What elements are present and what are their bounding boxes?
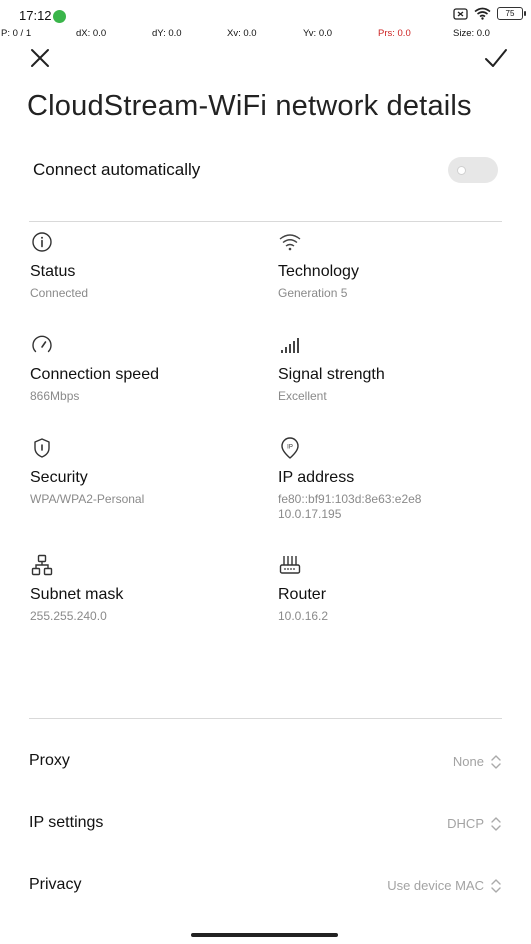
status-bar-time: 17:12 xyxy=(19,8,52,23)
info-icon xyxy=(32,232,52,252)
subnet-mask-detail: Subnet mask 255.255.240.0 xyxy=(30,553,260,624)
ip-address-value: fe80::bf91:103d:8e63:e2e8 10.0.17.195 xyxy=(278,492,508,522)
debug-pointer: P: 0 / 1 xyxy=(1,28,32,39)
privacy-value: Use device MAC xyxy=(387,878,484,893)
security-value: WPA/WPA2-Personal xyxy=(30,492,145,506)
status-bar-icons: 75 xyxy=(453,7,526,20)
chevron-up-down-icon xyxy=(491,879,501,893)
debug-xv: Xv: 0.0 xyxy=(227,28,257,39)
battery-icon: 75 xyxy=(497,7,526,20)
security-label: Security xyxy=(30,469,88,486)
debug-size: Size: 0.0 xyxy=(453,28,490,39)
ip-settings-value: DHCP xyxy=(447,816,484,831)
close-icon[interactable] xyxy=(26,44,54,72)
home-indicator[interactable] xyxy=(191,933,338,937)
chevron-up-down-icon xyxy=(491,755,501,769)
status-detail: Status Connected xyxy=(30,230,260,301)
ip-address-detail: IP IP address fe80::bf91:103d:8e63:e2e8 … xyxy=(278,436,508,522)
privacy-setting-row[interactable]: Privacy Use device MAC xyxy=(29,872,502,902)
ip-settings-row[interactable]: IP settings DHCP xyxy=(29,810,502,840)
divider xyxy=(29,221,502,222)
debug-dx: dX: 0.0 xyxy=(76,28,107,39)
speedometer-icon xyxy=(32,335,52,353)
chevron-up-down-icon xyxy=(491,817,501,831)
security-detail: Security WPA/WPA2-Personal xyxy=(30,436,260,507)
router-icon xyxy=(279,556,301,574)
technology-detail: Technology Generation 5 xyxy=(278,230,508,301)
subnet-mask-value: 255.255.240.0 xyxy=(30,609,107,623)
proxy-setting-row[interactable]: Proxy None xyxy=(29,748,502,778)
connection-speed-value: 866Mbps xyxy=(30,389,80,403)
technology-value: Generation 5 xyxy=(278,286,348,300)
connection-speed-detail: Connection speed 866Mbps xyxy=(30,333,260,404)
signal-strength-detail: Signal strength Excellent xyxy=(278,333,508,404)
proxy-value: None xyxy=(452,754,484,769)
ip-pin-icon: IP xyxy=(281,437,299,459)
svg-text:IP: IP xyxy=(287,445,293,451)
router-label: Router xyxy=(278,586,327,603)
signal-strength-value: Excellent xyxy=(278,389,327,403)
proxy-label: Proxy xyxy=(29,752,70,769)
debug-yv: Yv: 0.0 xyxy=(303,28,333,39)
network-tree-icon xyxy=(31,554,53,576)
signal-bars-icon xyxy=(281,338,299,353)
wifi-icon xyxy=(279,234,301,251)
check-icon[interactable] xyxy=(482,44,510,72)
wifi-status-icon xyxy=(474,7,491,20)
ipv4-address: 10.0.17.195 xyxy=(278,507,342,521)
divider xyxy=(29,718,502,719)
ip-address-label: IP address xyxy=(278,469,355,486)
status-label: Status xyxy=(30,263,76,280)
sim-off-icon xyxy=(453,7,468,20)
ipv6-address: fe80::bf91:103d:8e63:e2e8 xyxy=(278,492,422,506)
router-value: 10.0.16.2 xyxy=(278,609,329,623)
debug-dy: dY: 0.0 xyxy=(152,28,182,39)
pointer-debug-bar: P: 0 / 1 dX: 0.0 dY: 0.0 Xv: 0.0 Yv: 0.0… xyxy=(0,28,531,42)
connect-automatically-toggle[interactable] xyxy=(448,157,498,183)
status-value: Connected xyxy=(30,286,89,300)
shield-icon xyxy=(34,438,50,458)
technology-label: Technology xyxy=(278,263,359,280)
app-notification-icon xyxy=(53,10,66,23)
page-title: CloudStream-WiFi network details xyxy=(27,90,472,122)
privacy-label: Privacy xyxy=(29,876,82,893)
subnet-mask-label: Subnet mask xyxy=(30,586,124,603)
toggle-knob xyxy=(457,166,466,175)
ip-settings-label: IP settings xyxy=(29,814,104,831)
connect-automatically-label: Connect automatically xyxy=(33,160,201,179)
signal-strength-label: Signal strength xyxy=(278,366,385,383)
router-detail: Router 10.0.16.2 xyxy=(278,553,508,624)
debug-prs: Prs: 0.0 xyxy=(378,28,411,39)
connection-speed-label: Connection speed xyxy=(30,366,159,383)
